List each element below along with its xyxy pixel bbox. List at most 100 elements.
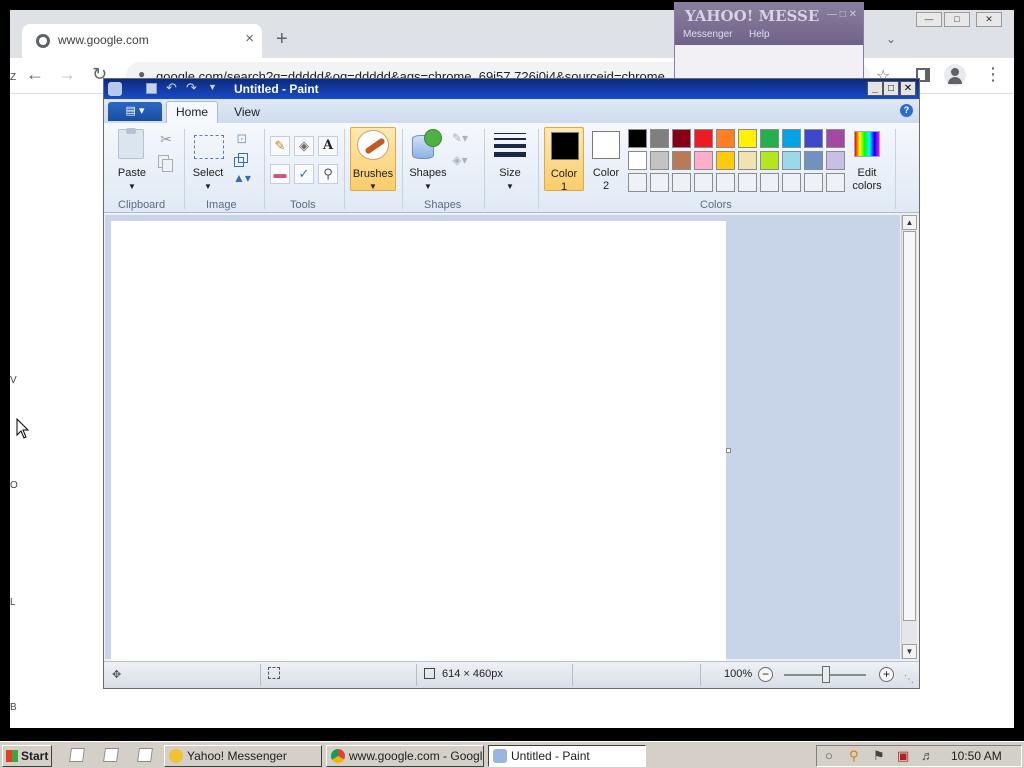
- rotate-icon[interactable]: ▲▾: [232, 171, 252, 191]
- scroll-down-arrow-icon[interactable]: ▼: [902, 644, 917, 659]
- shape-outline-icon[interactable]: ✎▾: [450, 131, 470, 151]
- magnifier-icon[interactable]: ⚲: [318, 164, 338, 184]
- taskbar-item-yahoo-messenger[interactable]: Yahoo! Messenger: [164, 745, 322, 767]
- selection-size-icon: [268, 667, 280, 679]
- quick-launch-icon[interactable]: [69, 748, 85, 762]
- color-swatch[interactable]: [716, 173, 735, 192]
- color-swatch[interactable]: [760, 129, 779, 148]
- pencil-icon[interactable]: ✎: [270, 136, 290, 156]
- paste-icon: [118, 128, 144, 159]
- color-swatch[interactable]: [804, 173, 823, 192]
- color-swatch[interactable]: [716, 151, 735, 170]
- yahoo-menu-messenger[interactable]: Messenger: [683, 29, 732, 40]
- yahoo-messenger-window[interactable]: YAHOO! MESSE — □ ✕ Messenger Help: [674, 2, 864, 82]
- color-swatch[interactable]: [650, 129, 669, 148]
- quick-launch-icon[interactable]: [137, 748, 153, 762]
- drawing-canvas[interactable]: [111, 221, 726, 661]
- paint-title-bar[interactable]: ↶ ↷ ▼ Untitled - Paint _ □ ✕: [104, 79, 919, 99]
- tab-home[interactable]: Home: [166, 101, 218, 123]
- taskbar-item-paint[interactable]: Untitled - Paint: [488, 745, 646, 767]
- cut-icon[interactable]: ✂: [156, 131, 176, 151]
- color-swatch[interactable]: [694, 173, 713, 192]
- color-swatch[interactable]: [694, 129, 713, 148]
- color-picker-icon[interactable]: ✓: [294, 164, 314, 184]
- group-label-tools: Tools: [290, 199, 316, 211]
- quick-launch-icon[interactable]: [103, 748, 119, 762]
- color-swatch[interactable]: [738, 151, 757, 170]
- shape-fill-icon[interactable]: ◈▾: [450, 153, 470, 173]
- color2-button[interactable]: Color 2: [586, 127, 626, 192]
- color-swatch[interactable]: [628, 151, 647, 170]
- color-swatch[interactable]: [760, 173, 779, 192]
- canvas-resize-handle[interactable]: [726, 448, 731, 453]
- group-label-colors: Colors: [700, 199, 732, 211]
- text-tool-icon[interactable]: A: [318, 136, 338, 156]
- color-swatch[interactable]: [804, 151, 823, 170]
- color-swatch[interactable]: [782, 151, 801, 170]
- new-tab-button[interactable]: +: [276, 28, 288, 50]
- back-arrow-icon[interactable]: ←: [26, 64, 44, 85]
- zoom-out-button[interactable]: −: [758, 667, 773, 682]
- eraser-icon[interactable]: ▬: [270, 164, 290, 184]
- fill-bucket-icon[interactable]: ◈: [294, 136, 314, 156]
- color-swatch[interactable]: [650, 151, 669, 170]
- color-swatch[interactable]: [826, 173, 845, 192]
- tab-view[interactable]: View: [222, 103, 272, 123]
- color-swatch[interactable]: [738, 129, 757, 148]
- resize-icon[interactable]: [232, 151, 252, 171]
- paint-menu-button[interactable]: ▤ ▾: [108, 102, 162, 121]
- color-swatch[interactable]: [716, 129, 735, 148]
- yahoo-menu-help[interactable]: Help: [749, 29, 770, 40]
- close-button[interactable]: ✕: [976, 12, 1002, 27]
- close-tab-button[interactable]: ×: [245, 30, 254, 47]
- search-icon[interactable]: ⚲: [849, 749, 859, 763]
- start-button[interactable]: Start: [2, 745, 52, 767]
- scrollbar-thumb[interactable]: [903, 231, 916, 621]
- save-icon[interactable]: [146, 83, 157, 94]
- customize-toolbar-chevron-icon[interactable]: ▼: [208, 82, 217, 92]
- kebab-menu-icon[interactable]: ⋮: [984, 64, 1002, 85]
- color-swatch[interactable]: [826, 129, 845, 148]
- color-swatch[interactable]: [672, 129, 691, 148]
- window-resize-grip-icon[interactable]: ⋱: [904, 674, 914, 685]
- tab-search-chevron-icon[interactable]: ⌄: [886, 32, 896, 46]
- browser-tab[interactable]: www.google.com ×: [22, 24, 262, 58]
- color-swatch[interactable]: [694, 151, 713, 170]
- color-swatch[interactable]: [628, 173, 647, 192]
- color-swatch[interactable]: [628, 129, 647, 148]
- maximize-button[interactable]: □: [944, 12, 970, 27]
- copy-icon[interactable]: [156, 153, 176, 173]
- redo-icon[interactable]: ↷: [186, 80, 197, 96]
- taskbar-item-chrome[interactable]: www.google.com - Googl...: [326, 745, 484, 767]
- network-icon[interactable]: ▣: [897, 749, 909, 763]
- minimize-button[interactable]: —: [916, 12, 942, 27]
- vertical-scrollbar[interactable]: ▲ ▼: [901, 215, 917, 659]
- undo-icon[interactable]: ↶: [166, 80, 177, 96]
- flag-icon[interactable]: ⚑: [873, 749, 885, 763]
- zoom-in-button[interactable]: +: [879, 667, 894, 682]
- yahoo-window-controls[interactable]: — □ ✕: [827, 9, 857, 20]
- color-swatch[interactable]: [672, 151, 691, 170]
- color-swatch[interactable]: [782, 173, 801, 192]
- messenger-status-icon[interactable]: ○: [825, 749, 833, 763]
- volume-icon[interactable]: ♬: [921, 749, 934, 763]
- paint-app-icon[interactable]: [108, 82, 122, 96]
- color-swatch[interactable]: [650, 173, 669, 192]
- scroll-up-arrow-icon[interactable]: ▲: [902, 215, 917, 230]
- zoom-slider-thumb[interactable]: [822, 666, 830, 683]
- color-swatch[interactable]: [804, 129, 823, 148]
- crop-icon[interactable]: ⊡: [232, 131, 252, 151]
- maximize-button[interactable]: □: [883, 81, 899, 96]
- color-swatch[interactable]: [672, 173, 691, 192]
- color-swatch[interactable]: [738, 173, 757, 192]
- forward-arrow-icon[interactable]: →: [58, 64, 76, 85]
- minimize-button[interactable]: _: [867, 81, 883, 96]
- color-swatch[interactable]: [782, 129, 801, 148]
- color-swatch[interactable]: [760, 151, 779, 170]
- profile-avatar-icon[interactable]: [944, 64, 966, 86]
- color1-button[interactable]: Color 1: [544, 127, 584, 193]
- close-button[interactable]: ✕: [900, 81, 916, 96]
- help-icon[interactable]: ?: [900, 104, 913, 117]
- color-swatch[interactable]: [826, 151, 845, 170]
- brushes-button[interactable]: Brushes ▼: [350, 127, 396, 191]
